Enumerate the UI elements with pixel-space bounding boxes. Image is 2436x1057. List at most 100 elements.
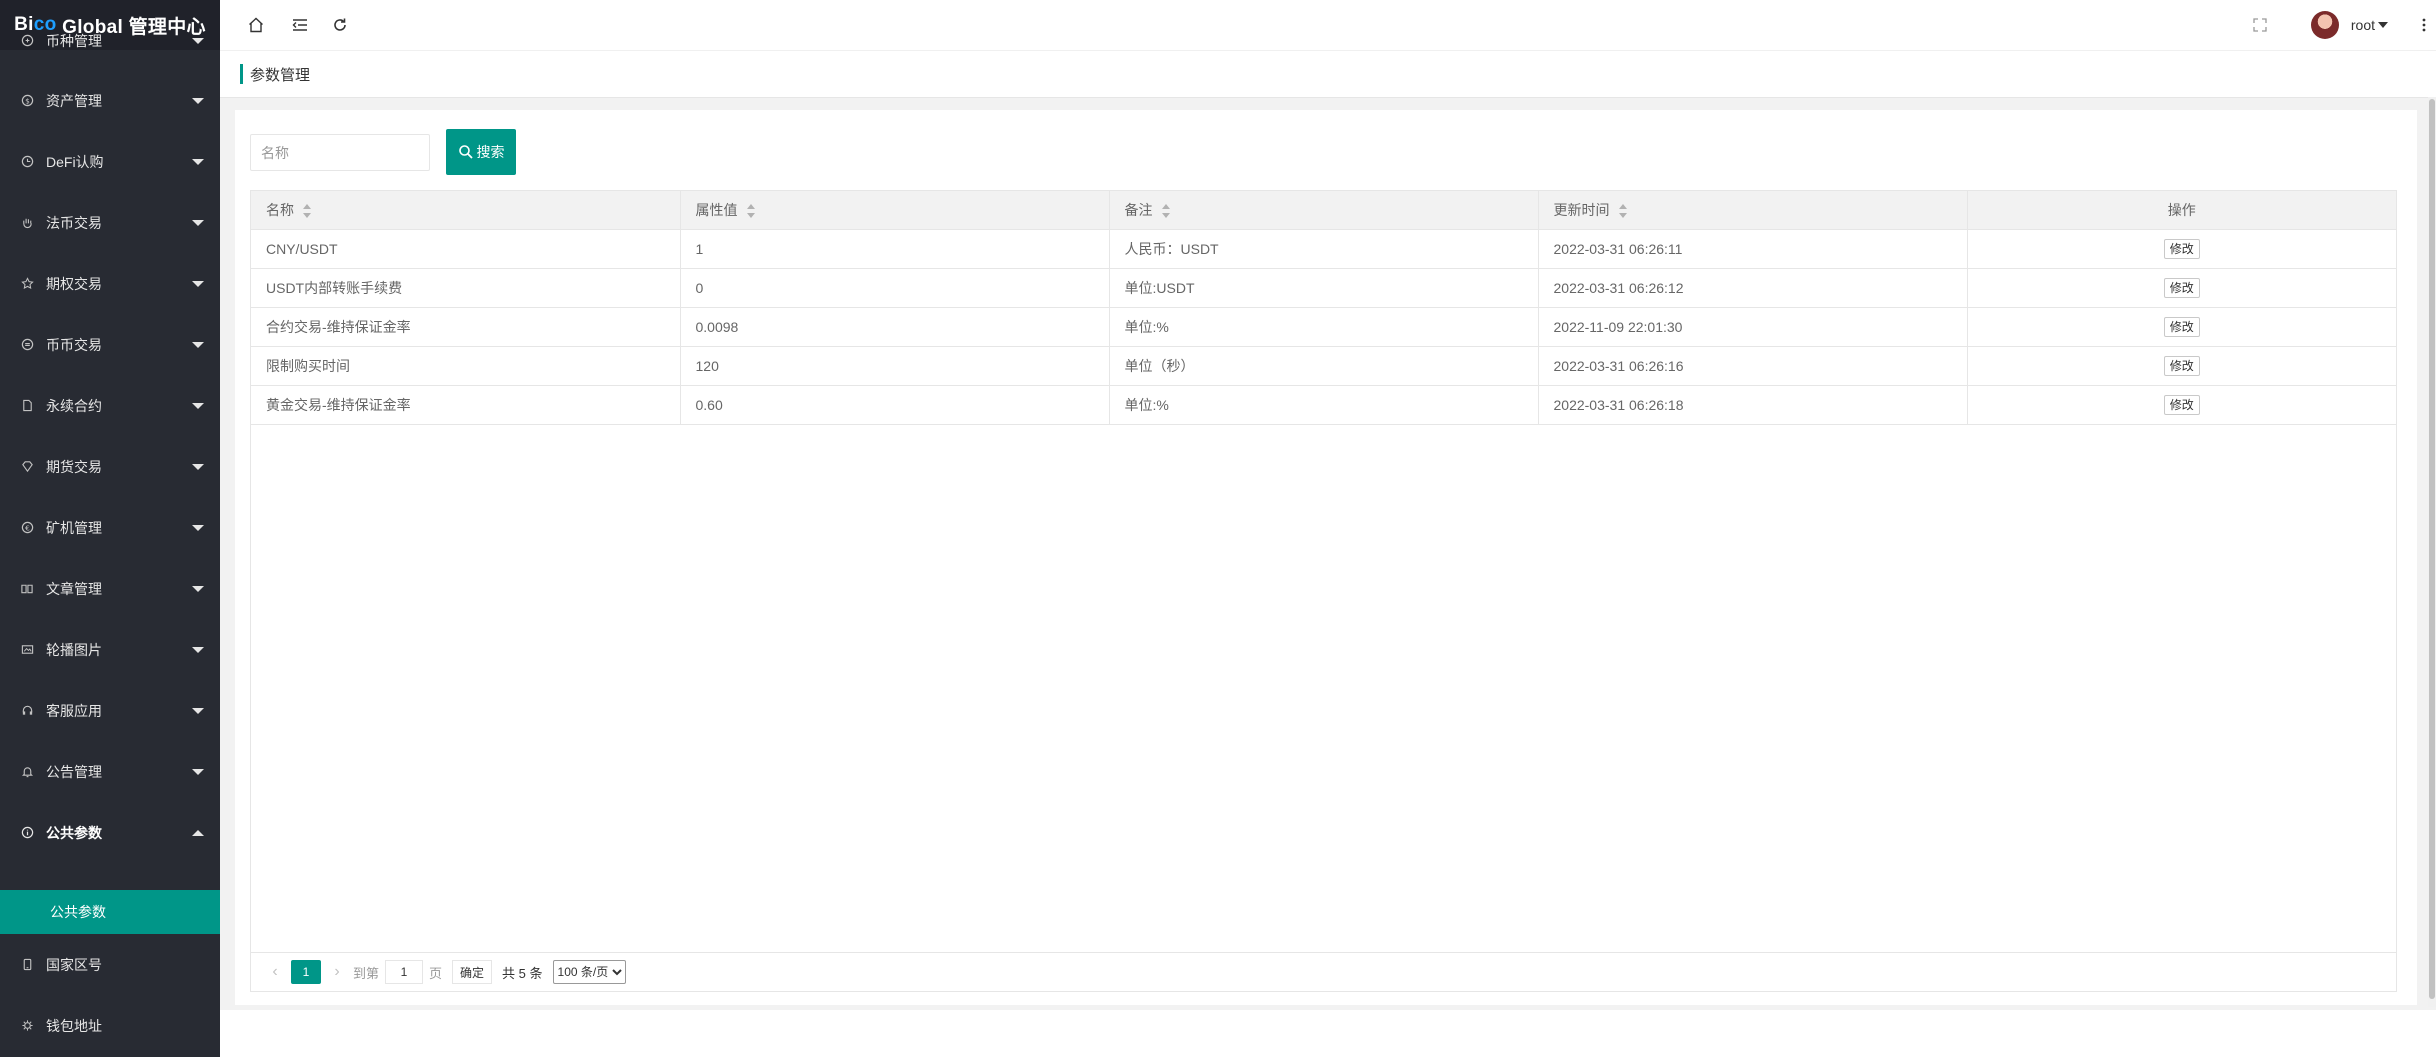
coin-icon — [20, 34, 34, 48]
headset-icon — [20, 704, 34, 718]
sort-icon[interactable] — [1618, 204, 1628, 219]
column-header-label: 备注 — [1124, 201, 1153, 218]
column-header-value[interactable]: 属性值 — [680, 191, 1110, 230]
miner-icon: € — [20, 521, 34, 535]
content-bottom-band — [220, 1010, 2436, 1057]
cell-updated: 2022-03-31 06:26:11 — [1538, 229, 1968, 269]
search-input[interactable] — [250, 134, 430, 171]
main-card: 搜索 名称 属性值 备注 更新时间 操作 CNY/USDT 1 人民币：USDT… — [235, 110, 2417, 1005]
sidebar-item-fiat[interactable]: 法币交易 — [0, 192, 220, 253]
cell-action: 修改 — [1967, 268, 2396, 308]
sidebar-item-perpetual[interactable]: 永续合约 — [0, 375, 220, 436]
username: root — [2350, 17, 2375, 33]
scrollbar-thumb[interactable] — [2429, 99, 2435, 999]
sidebar-item-wallet-address[interactable]: 钱包地址 — [0, 995, 220, 1056]
goto-confirm-button[interactable]: 确定 — [452, 960, 493, 984]
cell-updated: 2022-03-31 06:26:16 — [1538, 346, 1968, 386]
chevron-down-icon — [192, 646, 204, 653]
page-number-current[interactable]: 1 — [291, 960, 321, 984]
star-icon — [20, 277, 34, 291]
column-header-name[interactable]: 名称 — [251, 191, 681, 230]
sidebar-item-label: 钱包地址 — [46, 1017, 102, 1034]
page-scrollbar[interactable] — [2428, 97, 2436, 1007]
sort-icon[interactable] — [302, 204, 312, 219]
edit-button[interactable]: 修改 — [2163, 394, 2200, 415]
column-header-updated[interactable]: 更新时间 — [1538, 191, 1968, 230]
document-icon — [20, 399, 34, 413]
cell-value: 0.0098 — [680, 307, 1110, 347]
cell-name: 限制购买时间 — [251, 346, 681, 386]
more-vertical-icon[interactable] — [2412, 13, 2436, 37]
avatar — [2310, 11, 2339, 39]
page-size-select[interactable]: 100 条/页 — [552, 960, 626, 984]
sidebar-item-miner[interactable]: € 矿机管理 — [0, 497, 220, 558]
params-table: 名称 属性值 备注 更新时间 操作 CNY/USDT 1 人民币：USDT 20… — [250, 190, 2397, 975]
column-header-action: 操作 — [1967, 191, 2396, 230]
search-button-label: 搜索 — [476, 144, 505, 160]
sidebar-item-spot[interactable]: 币币交易 — [0, 314, 220, 375]
sidebar-subitem-public-params[interactable]: 公共参数 — [0, 890, 220, 934]
sidebar-item-label: 币种管理 — [46, 32, 102, 49]
info-icon — [20, 826, 34, 840]
sidebar-item-assets[interactable]: $ 资产管理 — [0, 70, 220, 131]
sidebar-item-country-codes[interactable]: 国家区号 — [0, 934, 220, 995]
prev-page-icon[interactable]: ‹ — [265, 961, 285, 983]
sort-icon[interactable] — [746, 204, 756, 219]
fullscreen-icon[interactable] — [2248, 13, 2272, 37]
chevron-down-icon — [192, 97, 204, 104]
cell-name: CNY/USDT — [251, 229, 681, 269]
sidebar-item-support[interactable]: 客服应用 — [0, 680, 220, 741]
cell-remark: 单位（秒） — [1109, 346, 1539, 386]
chevron-down-icon — [192, 707, 204, 714]
goto-page-input[interactable] — [385, 960, 424, 984]
sidebar-item-coin[interactable]: 币种管理 — [0, 10, 220, 71]
sidebar-item-label: 永续合约 — [46, 397, 102, 414]
cell-updated: 2022-11-09 22:01:30 — [1538, 307, 1968, 347]
sidebar-item-label: 法币交易 — [46, 214, 102, 231]
sidebar-item-futures[interactable]: 期货交易 — [0, 436, 220, 497]
home-icon[interactable] — [244, 13, 268, 37]
cell-value: 120 — [680, 346, 1110, 386]
next-page-icon[interactable]: › — [327, 961, 347, 983]
chevron-down-icon — [192, 768, 204, 775]
sidebar-item-announcements[interactable]: 公告管理 — [0, 741, 220, 802]
cell-updated: 2022-03-31 06:26:18 — [1538, 385, 1968, 425]
menu-collapse-icon[interactable] — [288, 13, 312, 37]
column-header-label: 属性值 — [695, 201, 738, 218]
user-menu[interactable]: root — [2310, 10, 2388, 40]
column-header-remark[interactable]: 备注 — [1109, 191, 1539, 230]
image-icon — [20, 643, 34, 657]
sidebar-item-articles[interactable]: 文章管理 — [0, 558, 220, 619]
cell-remark: 单位:% — [1109, 385, 1539, 425]
svg-text:€: € — [25, 523, 30, 532]
table-row: 合约交易-维持保证金率 0.0098 单位:% 2022-11-09 22:01… — [251, 307, 2396, 347]
sidebar-item-defi[interactable]: DeFi认购 — [0, 131, 220, 192]
chevron-down-icon — [192, 341, 204, 348]
sidebar-item-public-params[interactable]: 公共参数 — [0, 802, 220, 863]
sidebar-item-options[interactable]: 期权交易 — [0, 253, 220, 314]
page-unit-label: 页 — [429, 965, 443, 981]
chevron-up-icon — [192, 829, 204, 836]
sort-icon[interactable] — [1161, 204, 1171, 219]
search-icon — [458, 145, 473, 159]
sidebar-subitem-label: 公共参数 — [50, 904, 106, 920]
edit-button[interactable]: 修改 — [2163, 277, 2200, 298]
edit-button[interactable]: 修改 — [2163, 316, 2200, 337]
sidebar: Bi co Global 管理中心 币种管理 $ 资产管理 DeFi认购 法币交易… — [0, 0, 220, 1057]
edit-button[interactable]: 修改 — [2163, 355, 2200, 376]
sidebar-item-carousel[interactable]: 轮播图片 — [0, 619, 220, 680]
cell-remark: 人民币：USDT — [1109, 229, 1539, 269]
goto-label: 到第 — [353, 965, 380, 981]
edit-button[interactable]: 修改 — [2163, 238, 2200, 259]
sidebar-item-label: 客服应用 — [46, 702, 102, 719]
breadcrumb: 参数管理 — [220, 51, 2436, 98]
refresh-icon[interactable] — [328, 13, 352, 37]
sidebar-item-label: 轮播图片 — [46, 641, 102, 658]
diamond-icon — [20, 460, 34, 474]
cell-remark: 单位:USDT — [1109, 268, 1539, 308]
search-button[interactable]: 搜索 — [446, 129, 516, 175]
cell-name: 合约交易-维持保证金率 — [251, 307, 681, 347]
chevron-down-icon — [192, 524, 204, 531]
cell-action: 修改 — [1967, 229, 2396, 269]
column-header-label: 名称 — [266, 201, 294, 218]
